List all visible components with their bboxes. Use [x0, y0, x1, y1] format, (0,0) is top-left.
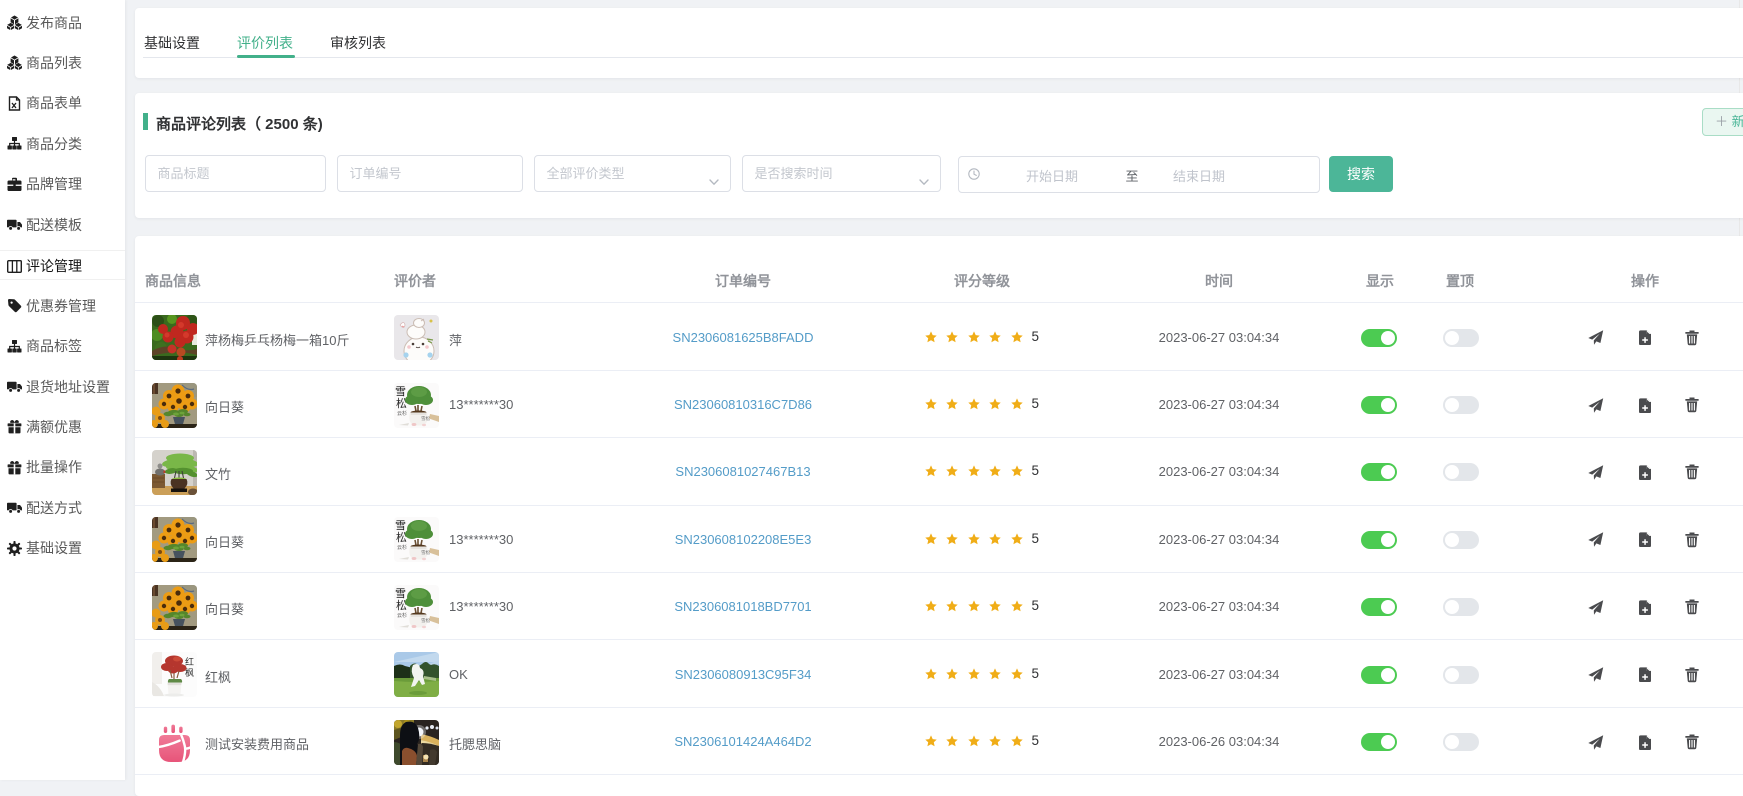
svg-text:松: 松	[396, 530, 407, 544]
svg-text:雪: 雪	[395, 519, 406, 532]
svg-text:雪: 雪	[395, 587, 406, 600]
svg-text:雪松: 雪松	[421, 415, 430, 422]
svg-text:云杉: 云杉	[397, 544, 407, 551]
svg-text:雪: 雪	[395, 385, 406, 398]
svg-text:枫: 枫	[185, 667, 194, 678]
svg-text:红: 红	[185, 656, 194, 667]
svg-text:云杉: 云杉	[397, 410, 407, 417]
svg-text:雪松: 雪松	[421, 549, 430, 556]
svg-text:松: 松	[396, 396, 407, 410]
svg-text:雪松: 雪松	[421, 617, 430, 624]
svg-text:云杉: 云杉	[397, 612, 407, 619]
svg-text:松: 松	[396, 598, 407, 612]
